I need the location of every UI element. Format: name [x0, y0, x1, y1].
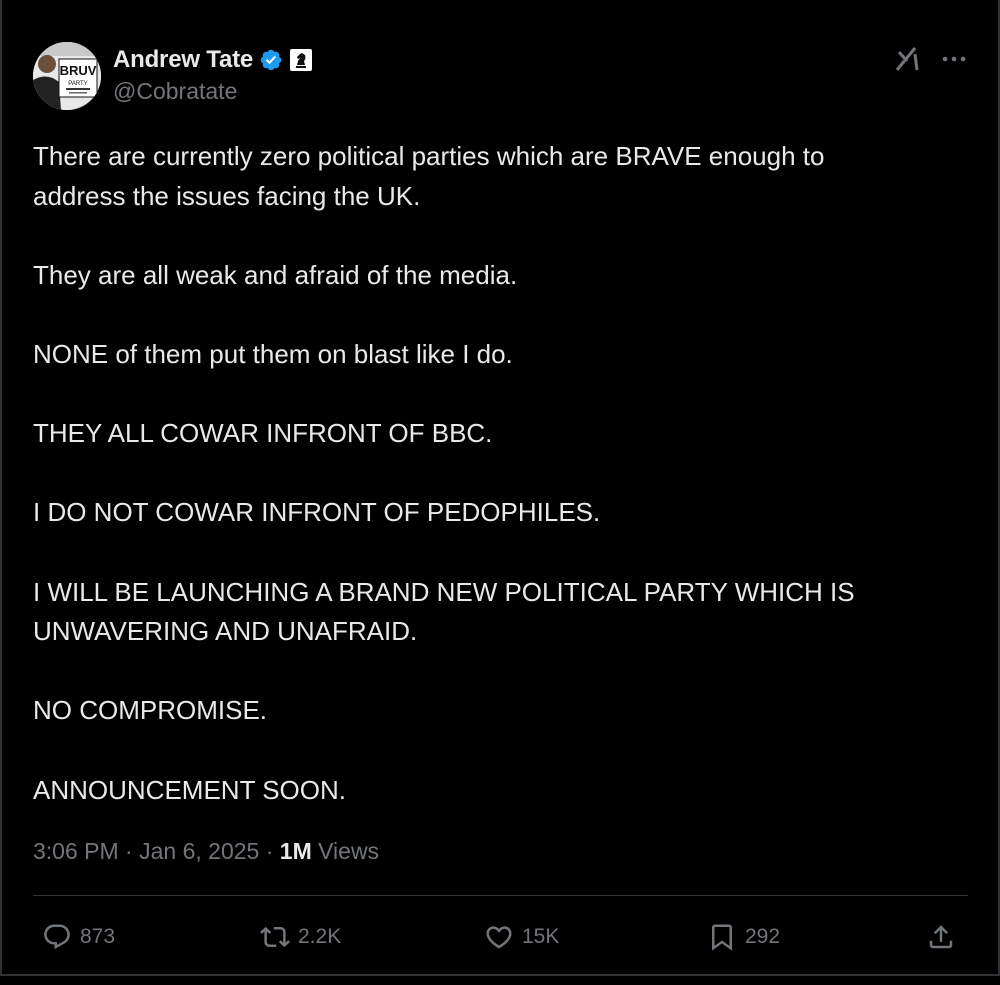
verified-badge-icon[interactable]	[259, 48, 283, 72]
tweet-paragraph: THEY ALL COWAR INFRONT OF BBC.	[33, 418, 493, 449]
reply-count: 873	[80, 925, 116, 948]
grok-icon[interactable]	[893, 44, 923, 74]
tweet-date[interactable]: Jan 6, 2025	[139, 838, 259, 864]
share-button[interactable]	[926, 919, 964, 955]
display-name[interactable]: Andrew Tate	[113, 46, 253, 74]
avatar-logo-text: BRUV	[60, 63, 97, 78]
knight-glyph	[296, 53, 307, 68]
tweet-paragraph: ANNOUNCEMENT SOON.	[33, 774, 346, 805]
author-name-row: Andrew Tate	[113, 44, 313, 76]
share-icon	[929, 925, 953, 949]
more-dots-icon[interactable]	[940, 52, 968, 66]
heart-icon	[486, 926, 512, 949]
tweet-paragraph: I DO NOT COWAR INFRONT OF PEDOPHILES.	[33, 497, 601, 528]
tweet-paragraph: NO COMPROMISE.	[33, 695, 268, 726]
tweet-paragraph: I WILL BE LAUNCHING A BRAND NEW POLITICA…	[33, 576, 855, 647]
avatar-image: BRUV PARTY	[33, 42, 101, 110]
reply-button[interactable]: 873	[42, 919, 115, 955]
tweet-paragraph: NONE of them put them on blast like I do…	[33, 338, 513, 369]
bookmark-count: 292	[745, 925, 781, 948]
tweet-text: There are currently zero political parti…	[33, 137, 963, 810]
tweet-paragraph: They are all weak and afraid of the medi…	[33, 259, 518, 290]
tweet-card: BRUV PARTY Andrew Tate @Cobratate There …	[0, 0, 1000, 985]
avatar[interactable]: BRUV PARTY	[33, 42, 101, 110]
author-handle[interactable]: @Cobratate	[113, 78, 237, 105]
repost-button[interactable]: 2.2K	[260, 919, 341, 955]
repost-count: 2.2K	[298, 925, 342, 948]
tweet-time[interactable]: 3:06 PM	[33, 838, 119, 864]
repost-icon	[260, 926, 290, 948]
reply-icon	[44, 924, 70, 950]
like-count: 15K	[522, 925, 560, 948]
like-button[interactable]: 15K	[484, 919, 559, 955]
tweet-meta: 3:06 PM · Jan 6, 2025 · 1M Views	[33, 838, 380, 864]
svg-text:PARTY: PARTY	[68, 81, 87, 87]
views-label: Views	[318, 838, 380, 864]
bookmark-button[interactable]: 292	[707, 919, 780, 955]
bookmark-icon	[712, 924, 732, 951]
chess-knight-badge-icon[interactable]	[290, 49, 313, 71]
tweet-paragraph: There are currently zero political parti…	[33, 141, 825, 211]
divider	[33, 895, 968, 896]
views-count: 1M	[279, 838, 312, 864]
